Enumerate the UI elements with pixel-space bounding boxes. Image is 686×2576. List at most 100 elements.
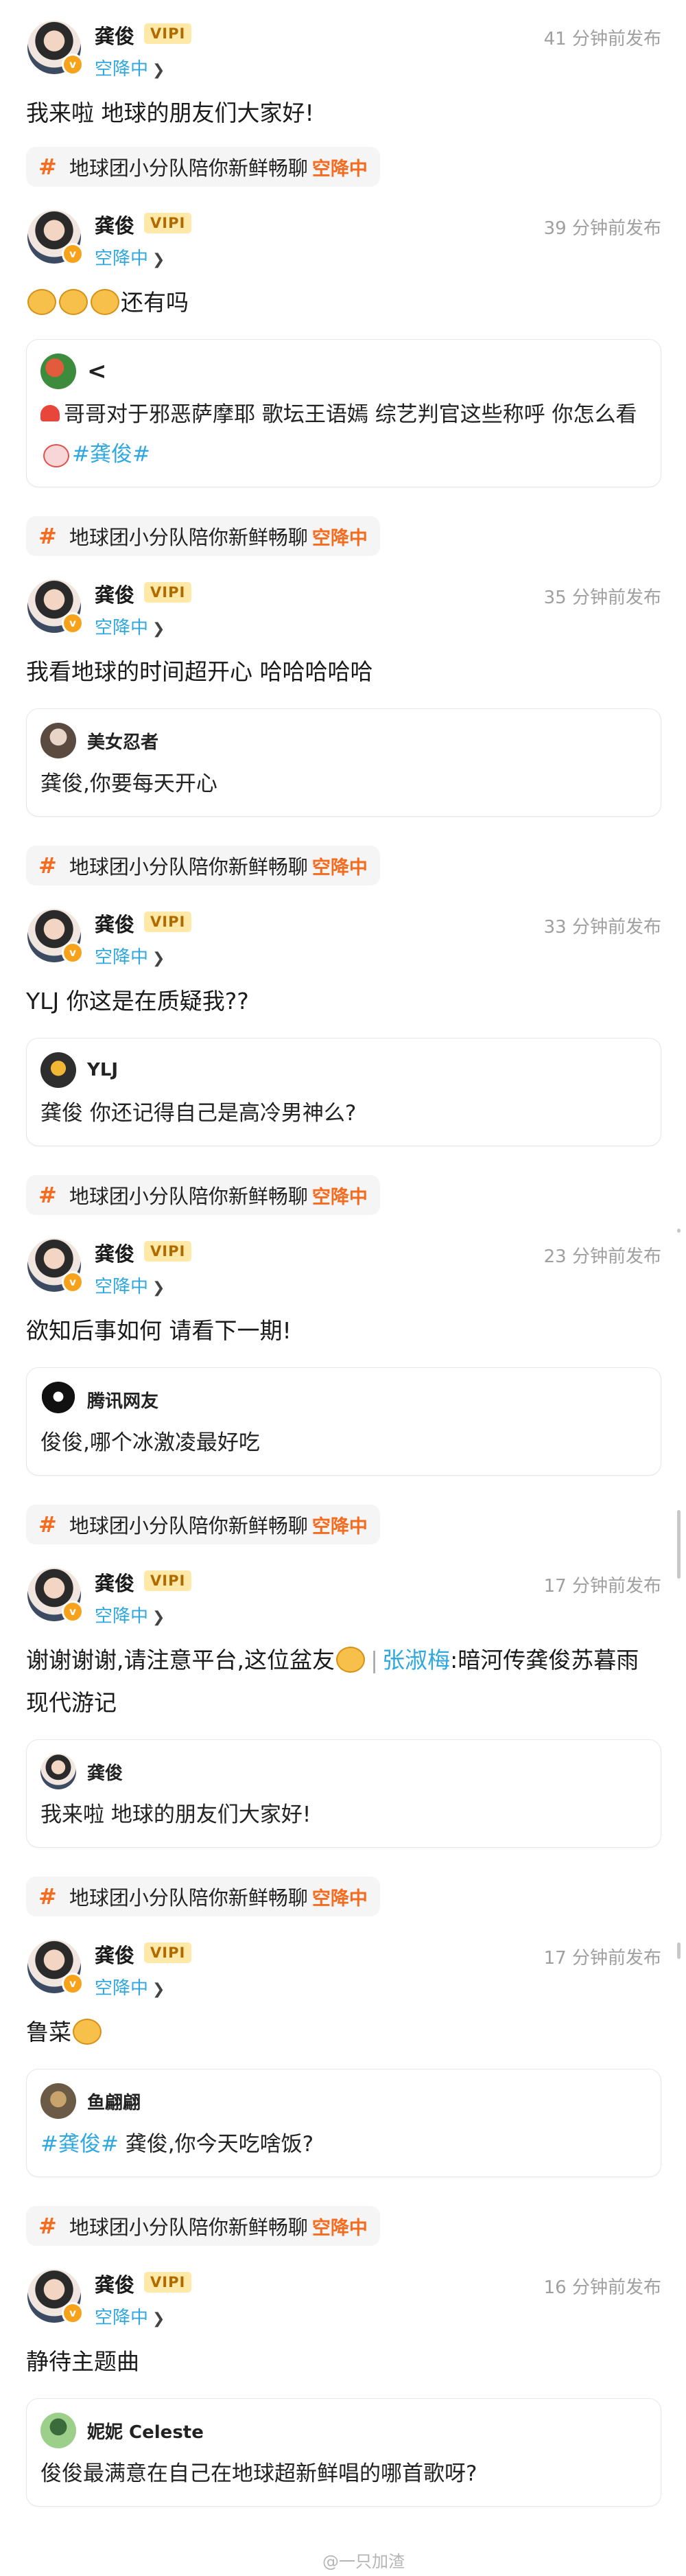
avatar[interactable]: v bbox=[27, 2269, 84, 2324]
emoji-icon bbox=[27, 288, 56, 315]
topic-bar[interactable]: # 地球团小分队陪你新鲜畅聊 空降中 bbox=[26, 147, 380, 187]
avatar[interactable]: v bbox=[27, 1568, 84, 1623]
location-link[interactable]: 空降中 ❯ bbox=[95, 1602, 165, 1627]
post-time: 17 分钟前发布 bbox=[543, 1576, 661, 1597]
quote-author-name[interactable]: 妮妮 Celeste bbox=[87, 2418, 204, 2444]
topic-text: 地球团小分队陪你新鲜畅聊 bbox=[69, 1886, 308, 1910]
post-item: v 龚俊 VIPⅠ 33 分钟前发布 空降中 ❯ YLJ 你这是在质疑我?? YL… bbox=[0, 899, 686, 1229]
vip-badge: VIPⅠ bbox=[144, 1942, 192, 1963]
avatar[interactable]: v bbox=[27, 1940, 84, 1995]
quote-author-name[interactable]: 鱼翩翩 bbox=[87, 2089, 141, 2114]
user-name[interactable]: 龚俊 bbox=[95, 909, 134, 938]
quoted-comment[interactable]: 龚俊 我来啦 地球的朋友们大家好! bbox=[26, 1739, 661, 1848]
topic-bar[interactable]: # 地球团小分队陪你新鲜畅聊 空降中 bbox=[26, 516, 380, 556]
quoted-comment[interactable]: 腾讯网友 俊俊,哪个冰激凌最好吃 bbox=[26, 1367, 661, 1476]
post-header: v 龚俊 VIPⅠ 17 分钟前发布 空降中 ❯ bbox=[26, 1930, 661, 2007]
topic-bar[interactable]: # 地球团小分队陪你新鲜畅聊 空降中 bbox=[26, 1505, 380, 1544]
emoji-icon bbox=[43, 443, 69, 467]
avatar[interactable]: v bbox=[27, 210, 84, 265]
location-link[interactable]: 空降中 ❯ bbox=[95, 244, 165, 270]
scroll-indicator[interactable] bbox=[677, 1942, 681, 1959]
quote-author-name[interactable]: 美女忍者 bbox=[87, 728, 158, 754]
post-item: v 龚俊 VIPⅠ 39 分钟前发布 空降中 ❯ 还有吗 < 哥哥对于邪恶萨摩耶 … bbox=[0, 200, 686, 570]
post-header: v 龚俊 VIPⅠ 16 分钟前发布 空降中 ❯ bbox=[26, 2260, 661, 2336]
hashtag-link[interactable]: #龚俊# bbox=[72, 442, 150, 467]
user-name[interactable]: 龚俊 bbox=[95, 21, 134, 49]
mention-link[interactable]: 张淑梅 bbox=[382, 1647, 450, 1673]
verified-icon: v bbox=[62, 243, 84, 265]
avatar[interactable] bbox=[40, 1052, 76, 1088]
user-name[interactable]: 龚俊 bbox=[95, 1568, 134, 1597]
post-item: v 龚俊 VIPⅠ 23 分钟前发布 空降中 ❯ 欲知后事如何 请看下一期! 腾讯… bbox=[0, 1229, 686, 1558]
user-name[interactable]: 龚俊 bbox=[95, 2269, 134, 2298]
vip-badge: VIPⅠ bbox=[144, 912, 192, 932]
quoted-comment[interactable]: < 哥哥对于邪恶萨摩耶 歌坛王语嫣 综艺判官这些称呼 你怎么看 #龚俊# bbox=[26, 339, 661, 487]
avatar[interactable] bbox=[40, 2083, 76, 2119]
topic-bar[interactable]: # 地球团小分队陪你新鲜畅聊 空降中 bbox=[26, 2206, 380, 2246]
back-icon[interactable]: < bbox=[87, 358, 107, 385]
location-link[interactable]: 空降中 ❯ bbox=[95, 55, 165, 80]
avatar[interactable]: v bbox=[27, 909, 84, 964]
avatar[interactable] bbox=[40, 2413, 76, 2448]
user-name[interactable]: 龚俊 bbox=[95, 210, 134, 239]
location-link[interactable]: 空降中 ❯ bbox=[95, 1974, 165, 1999]
topic-bar[interactable]: # 地球团小分队陪你新鲜畅聊 空降中 bbox=[26, 1877, 380, 1916]
scroll-indicator[interactable] bbox=[677, 1510, 681, 1579]
post-text: 欲知后事如何 请看下一期! bbox=[26, 1317, 292, 1344]
quote-author-name[interactable]: YLJ bbox=[87, 1060, 118, 1080]
topic-status: 空降中 bbox=[311, 1888, 368, 1910]
location-link[interactable]: 空降中 ❯ bbox=[95, 1273, 165, 1298]
quoted-comment[interactable]: 鱼翩翩 #龚俊# 龚俊,你今天吃啥饭? bbox=[26, 2069, 661, 2177]
post-time: 16 分钟前发布 bbox=[543, 2277, 661, 2298]
post-text: 我来啦 地球的朋友们大家好! bbox=[26, 100, 314, 126]
user-name[interactable]: 龚俊 bbox=[95, 1940, 134, 1969]
quote-author-name[interactable]: 腾讯网友 bbox=[87, 1387, 158, 1413]
post-text-content: 还有吗 bbox=[121, 289, 189, 316]
watermark: @一只加渣 bbox=[322, 2552, 405, 2571]
avatar[interactable]: v bbox=[27, 21, 84, 76]
hashtag-link[interactable]: #龚俊# bbox=[40, 2132, 119, 2157]
chevron-right-icon: ❯ bbox=[152, 2310, 165, 2328]
quoted-comment[interactable]: 美女忍者 龚俊,你要每天开心 bbox=[26, 708, 661, 817]
topic-bar[interactable]: # 地球团小分队陪你新鲜畅聊 空降中 bbox=[26, 1175, 380, 1215]
post-text: 谢谢谢谢,请注意平台,这位盆友 | 张淑梅:暗河传龚俊苏暮雨现代游记 bbox=[26, 1635, 661, 1724]
post-time: 41 分钟前发布 bbox=[543, 29, 661, 49]
quote-author: 腾讯网友 bbox=[40, 1380, 647, 1419]
topic-status: 空降中 bbox=[311, 527, 368, 549]
topic-text: 地球团小分队陪你新鲜畅聊 bbox=[69, 526, 308, 549]
qq-icon[interactable] bbox=[40, 1382, 76, 1417]
quote-author-name[interactable]: 龚俊 bbox=[87, 1759, 123, 1785]
avatar[interactable] bbox=[40, 353, 76, 389]
vip-badge: VIPⅠ bbox=[144, 1241, 192, 1262]
quote-text: 龚俊 你还记得自己是高冷男神么? bbox=[40, 1101, 357, 1126]
quoted-comment[interactable]: 妮妮 Celeste 俊俊最满意在自己在地球超新鲜唱的哪首歌呀? bbox=[26, 2398, 661, 2507]
quoted-comment[interactable]: YLJ 龚俊 你还记得自己是高冷男神么? bbox=[26, 1038, 661, 1146]
post-header: v 龚俊 VIPⅠ 41 分钟前发布 空降中 ❯ bbox=[26, 11, 661, 88]
quote-text: 俊俊,哪个冰激凌最好吃 bbox=[40, 1430, 260, 1455]
avatar[interactable] bbox=[40, 723, 76, 758]
topic-bar[interactable]: # 地球团小分队陪你新鲜畅聊 空降中 bbox=[26, 846, 380, 885]
post-time: 33 分钟前发布 bbox=[543, 917, 661, 938]
user-name[interactable]: 龚俊 bbox=[95, 579, 134, 608]
avatar[interactable]: v bbox=[27, 1238, 84, 1293]
avatar[interactable]: v bbox=[27, 579, 84, 634]
scroll-indicator[interactable] bbox=[677, 1229, 681, 1233]
location-label: 空降中 bbox=[95, 1606, 149, 1627]
avatar[interactable] bbox=[40, 1754, 76, 1789]
post-header: v 龚俊 VIPⅠ 33 分钟前发布 空降中 ❯ bbox=[26, 899, 661, 976]
hash-icon: # bbox=[38, 852, 57, 879]
vip-badge: VIPⅠ bbox=[144, 2272, 192, 2293]
topic-status: 空降中 bbox=[311, 158, 368, 180]
post-text: 还有吗 bbox=[26, 277, 661, 324]
location-link[interactable]: 空降中 ❯ bbox=[95, 943, 165, 968]
location-label: 空降中 bbox=[95, 618, 149, 638]
location-link[interactable]: 空降中 ❯ bbox=[95, 614, 165, 639]
location-link[interactable]: 空降中 ❯ bbox=[95, 2304, 165, 2329]
emoji-icon bbox=[59, 288, 88, 315]
topic-text: 地球团小分队陪你新鲜畅聊 bbox=[69, 156, 308, 180]
topic-text: 地球团小分队陪你新鲜畅聊 bbox=[69, 855, 308, 879]
quote-text: 龚俊,你要每天开心 bbox=[40, 771, 217, 796]
post-header: v 龚俊 VIPⅠ 39 分钟前发布 空降中 ❯ bbox=[26, 200, 661, 277]
vip-badge: VIPⅠ bbox=[144, 582, 192, 603]
user-name[interactable]: 龚俊 bbox=[95, 1238, 134, 1267]
